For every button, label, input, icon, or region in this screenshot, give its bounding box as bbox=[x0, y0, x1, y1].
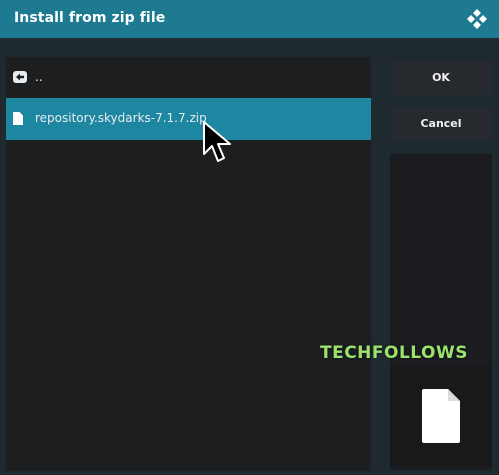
file-large-icon bbox=[422, 389, 460, 443]
back-arrow-icon bbox=[13, 71, 27, 83]
dialog-title: Install from zip file bbox=[14, 10, 166, 26]
dialog-titlebar: Install from zip file bbox=[0, 0, 499, 38]
list-item-zip-file[interactable]: repository.skydarks-7.1.7.zip bbox=[6, 98, 371, 140]
techfollows-watermark: TECHFOLLOWS bbox=[320, 343, 468, 363]
list-item-label: repository.skydarks-7.1.7.zip bbox=[35, 111, 207, 125]
kodi-logo-icon bbox=[467, 9, 487, 29]
ok-button[interactable]: OK bbox=[390, 61, 492, 95]
file-preview bbox=[390, 366, 492, 466]
list-item-parent[interactable]: .. bbox=[6, 57, 371, 99]
cancel-button[interactable]: Cancel bbox=[390, 107, 492, 141]
mouse-pointer-icon bbox=[203, 121, 231, 162]
file-icon bbox=[13, 112, 23, 125]
file-list[interactable]: .. repository.skydarks-7.1.7.zip bbox=[6, 57, 371, 471]
list-item-label: .. bbox=[35, 70, 43, 84]
